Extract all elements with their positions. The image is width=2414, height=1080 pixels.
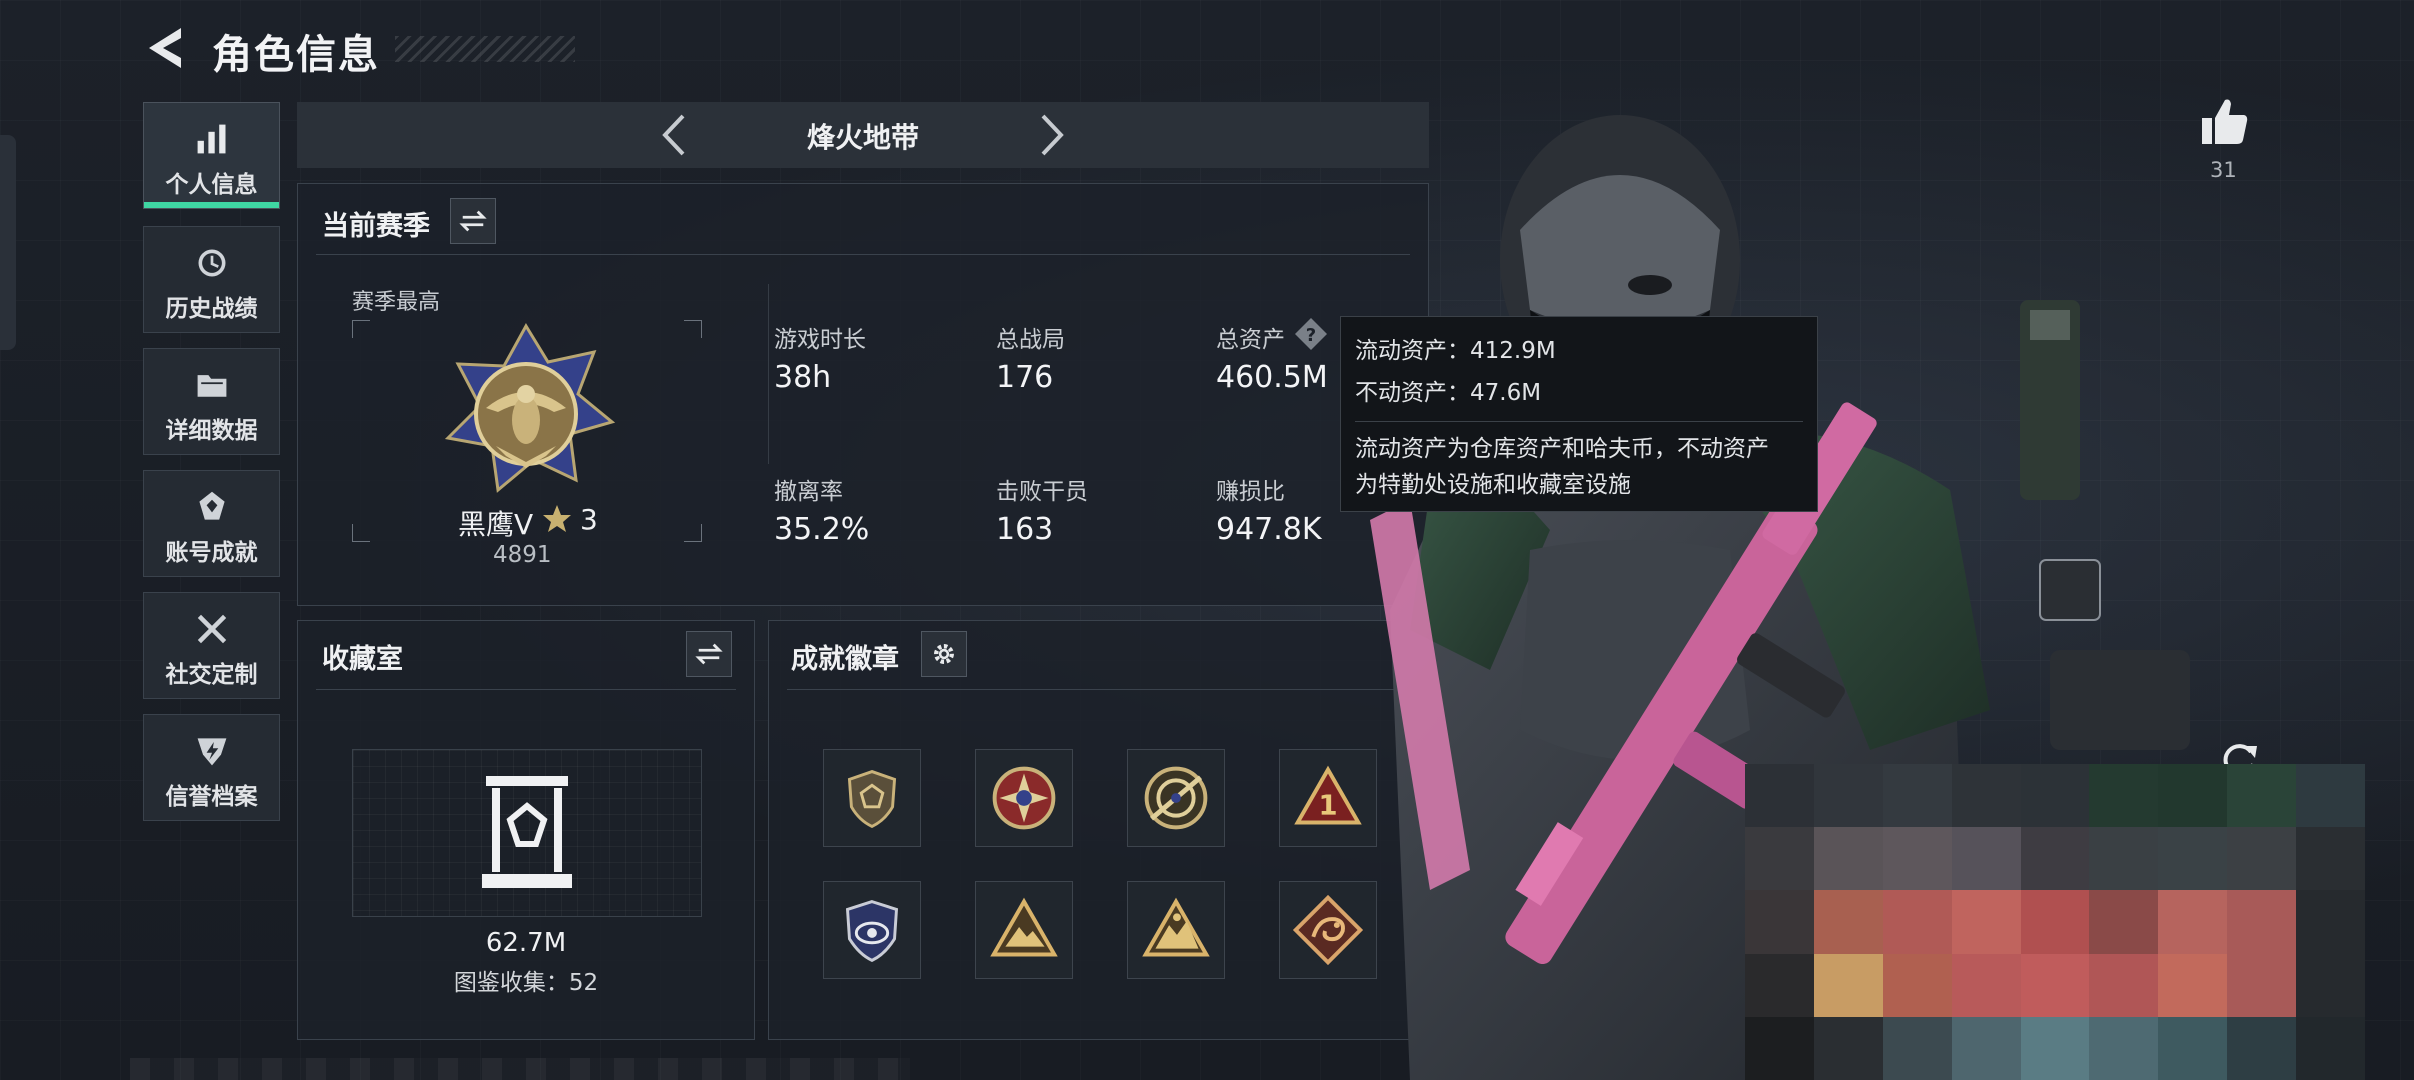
shield-icon: [197, 738, 227, 766]
edge-handle[interactable]: [0, 135, 16, 350]
season-best-label: 赛季最高: [352, 290, 441, 315]
stat-label: 总战局: [996, 327, 1065, 353]
tooltip-description-line2: 为特勤处设施和收藏室设施: [1355, 472, 1631, 498]
achievement-badge[interactable]: [1127, 749, 1225, 847]
season-switch-button[interactable]: [450, 198, 496, 244]
mountain-badge-icon: [990, 897, 1058, 957]
help-icon[interactable]: ?: [1294, 317, 1328, 351]
collection-count: 图鉴收集：52: [453, 970, 599, 996]
sidebar-item-label: 账号成就: [165, 540, 258, 566]
stat-value: 947.8K: [1216, 512, 1322, 547]
svg-text:?: ?: [1306, 325, 1316, 346]
swap-icon: [695, 643, 723, 665]
season-panel: 当前赛季 赛季最高 黑鹰V 3 4891 游戏时长 38h 总战局 176 总资…: [297, 183, 1429, 606]
stat-value: 38h: [774, 360, 832, 395]
achievements-panel: 成就徽章 1: [768, 620, 1429, 1040]
back-arrow-icon[interactable]: [145, 26, 185, 70]
title-decoration: [395, 36, 575, 62]
tools-icon: [197, 614, 227, 644]
sidebar-item-detailed-data[interactable]: 详细数据: [143, 348, 280, 455]
swap-icon: [459, 210, 487, 232]
achievement-badge[interactable]: [823, 881, 921, 979]
gear-icon: [934, 644, 954, 664]
mode-title: 烽火地带: [806, 121, 919, 154]
bar-chart-icon: [197, 124, 226, 154]
sidebar-item-label: 历史战绩: [165, 296, 258, 322]
tooltip-fixed-assets: 不动资产：47.6M: [1355, 380, 1542, 406]
sidebar-item-achievements[interactable]: 账号成就: [143, 470, 280, 577]
eye-shield-badge-icon: [845, 900, 899, 962]
season-title: 当前赛季: [322, 211, 430, 242]
achievement-badge[interactable]: [823, 749, 921, 847]
next-mode-arrow-icon[interactable]: [1031, 110, 1071, 160]
sidebar-item-personal-info[interactable]: 个人信息: [143, 102, 280, 209]
collection-switch-button[interactable]: [686, 631, 732, 677]
star-icon: [543, 505, 571, 532]
divider: [316, 254, 1410, 255]
sidebar-item-label: 详细数据: [165, 418, 258, 444]
achievements-title: 成就徽章: [791, 644, 899, 675]
like-count: 31: [2210, 158, 2237, 182]
divider: [316, 689, 736, 690]
tooltip-description-line1: 流动资产为仓库资产和哈夫币，不动资产: [1355, 436, 1769, 462]
stat-value: 35.2%: [774, 512, 870, 547]
medal-icon: [199, 491, 225, 520]
sidebar-item-reputation[interactable]: 信誉档案: [143, 714, 280, 821]
stat-value: 176: [996, 360, 1054, 395]
star-compass-badge-icon: [992, 766, 1056, 830]
pixelated-region: [1745, 764, 2365, 1080]
stat-label: 赚损比: [1216, 479, 1285, 505]
mode-selector: 烽火地带: [297, 102, 1429, 168]
folder-icon: [197, 375, 227, 397]
stat-label: 总资产: [1216, 327, 1285, 353]
assets-tooltip: 流动资产：412.9M 不动资产：47.6M 流动资产为仓库资产和哈夫币，不动资…: [1340, 316, 1818, 512]
collection-panel: 收藏室 62.7M 图鉴收集：52: [297, 620, 755, 1040]
sidebar-item-label: 社交定制: [165, 662, 258, 688]
active-indicator: [144, 202, 279, 208]
achievements-settings-button[interactable]: [921, 631, 967, 677]
collection-preview[interactable]: [352, 749, 702, 917]
shield-badge-icon: [847, 769, 897, 829]
achievement-badge[interactable]: [975, 881, 1073, 979]
rank-name: 黑鹰V: [458, 508, 534, 541]
clock-icon: [198, 249, 226, 277]
display-case-icon: [482, 776, 572, 888]
stat-label: 击败干员: [996, 479, 1088, 505]
divider: [768, 284, 769, 464]
stat-label: 游戏时长: [774, 327, 866, 353]
sidebar-item-label: 个人信息: [165, 172, 258, 198]
target-badge-icon: [1144, 766, 1208, 830]
collection-value: 62.7M: [485, 928, 567, 958]
tooltip-liquid-assets: 流动资产：412.9M: [1355, 338, 1556, 364]
page-title: 角色信息: [212, 32, 380, 78]
stat-value: 460.5M: [1216, 360, 1328, 395]
achievement-badge[interactable]: [1127, 881, 1225, 979]
blurred-footer: [130, 1058, 910, 1080]
divider: [787, 689, 1410, 690]
rank-score: 4891: [493, 542, 552, 568]
sidebar-item-history[interactable]: 历史战绩: [143, 226, 280, 333]
rank-emblem-icon: [444, 323, 616, 493]
sidebar-item-social[interactable]: 社交定制: [143, 592, 280, 699]
thumbs-up-icon[interactable]: [2200, 96, 2250, 146]
sidebar-item-label: 信誉档案: [165, 784, 258, 810]
stat-label: 撤离率: [774, 479, 843, 505]
svg-text:1: 1: [1318, 791, 1337, 822]
collection-title: 收藏室: [322, 644, 403, 675]
tooltip-divider: [1355, 421, 1803, 422]
mountain-climber-badge-icon: [1142, 897, 1210, 957]
stat-value: 163: [996, 512, 1054, 547]
achievement-badge[interactable]: [975, 749, 1073, 847]
rank-stars: 3: [580, 503, 598, 536]
